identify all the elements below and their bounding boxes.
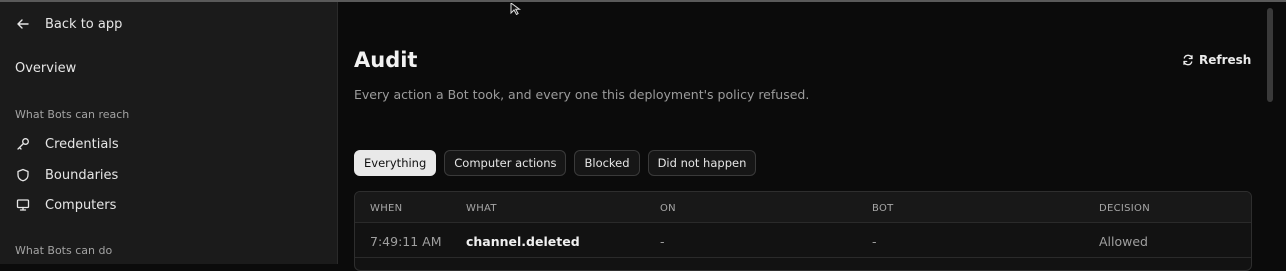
page-title: Audit [354, 48, 418, 72]
key-icon [15, 136, 31, 152]
sidebar-item-label: Credentials [45, 136, 119, 152]
back-to-app-label: Back to app [45, 16, 123, 32]
scrollbar[interactable] [1267, 8, 1273, 102]
filter-everything[interactable]: Everything [354, 150, 437, 176]
cell-what: channel.deleted [466, 234, 580, 249]
sidebar-item-boundaries[interactable]: Boundaries [15, 167, 118, 183]
cell-bot: - [872, 234, 877, 249]
mouse-cursor-icon [509, 0, 523, 16]
column-header-on: ON [660, 203, 676, 214]
refresh-button[interactable]: Refresh [1182, 53, 1251, 67]
cell-on: - [660, 234, 665, 249]
table-row[interactable]: 7:49:11 AM channel.deleted - - Allowed [355, 224, 1251, 258]
column-header-when: WHEN [370, 203, 403, 214]
shield-icon [15, 167, 31, 183]
filter-did-not-happen[interactable]: Did not happen [647, 150, 757, 176]
column-header-bot: BOT [872, 203, 894, 214]
table-header: WHEN WHAT ON BOT DECISION [355, 192, 1251, 223]
back-to-app-link[interactable]: Back to app [15, 16, 122, 32]
page-subtitle: Every action a Bot took, and every one t… [354, 87, 810, 102]
sidebar: Back to app Overview What Bots can reach… [0, 2, 338, 264]
sidebar-item-label: Computers [45, 197, 117, 213]
sidebar-item-computers[interactable]: Computers [15, 197, 116, 213]
section-label-reach: What Bots can reach [15, 108, 130, 121]
cell-decision: Allowed [1099, 234, 1148, 249]
audit-table: WHEN WHAT ON BOT DECISION 7:49:11 AM cha… [354, 191, 1252, 271]
refresh-label: Refresh [1199, 53, 1252, 67]
filter-blocked[interactable]: Blocked [574, 150, 640, 176]
sidebar-item-overview[interactable]: Overview [15, 61, 76, 76]
main-content: Audit Every action a Bot took, and every… [339, 2, 1286, 271]
filter-computer-actions[interactable]: Computer actions [444, 150, 567, 176]
arrow-left-icon [15, 16, 31, 32]
column-header-what: WHAT [466, 203, 497, 214]
sidebar-item-label: Overview [15, 61, 77, 76]
column-header-decision: DECISION [1099, 203, 1150, 214]
filter-tabs: Everything Computer actions Blocked Did … [354, 150, 757, 176]
monitor-icon [15, 197, 31, 213]
cell-when: 7:49:11 AM [370, 234, 442, 249]
refresh-icon [1182, 54, 1194, 66]
section-label-do: What Bots can do [15, 244, 113, 257]
sidebar-item-credentials[interactable]: Credentials [15, 136, 119, 152]
sidebar-item-label: Boundaries [45, 167, 119, 183]
